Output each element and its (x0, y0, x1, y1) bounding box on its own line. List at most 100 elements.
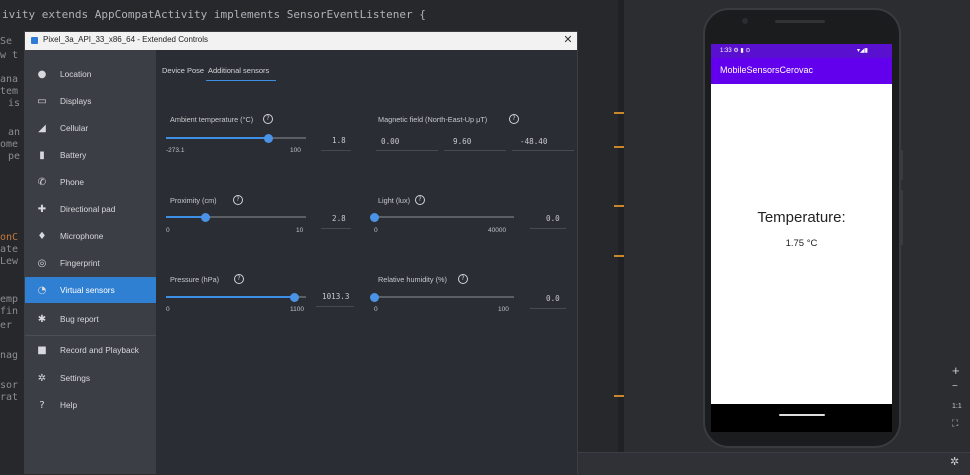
magnetic-z-value[interactable]: -48.40 (520, 137, 547, 146)
slider-track (374, 296, 514, 298)
sidebar-item-battery[interactable]: ▮ Battery (25, 142, 156, 168)
pressure-label: Pressure (hPa) (170, 275, 220, 284)
proximity-slider[interactable] (200, 213, 210, 222)
code-fragment: onC (0, 232, 19, 243)
help-icon[interactable]: ? (233, 195, 243, 205)
error-stripe-mark (614, 255, 624, 257)
cellular-signal-icon: ◢ (38, 122, 46, 134)
sidebar-item-phone[interactable]: ✆ Phone (25, 169, 156, 195)
sidebar-item-bug-report[interactable]: ✱ Bug report (25, 306, 156, 332)
extended-controls-dialog: Pixel_3a_API_33_x86_64 - Extended Contro… (24, 31, 578, 474)
record-icon: ■ (37, 344, 47, 356)
status-icons: ▾◢▮ (857, 48, 868, 54)
front-camera (742, 18, 748, 24)
help-icon[interactable]: ? (509, 114, 519, 124)
fit-screen-button[interactable]: ⛶ (952, 418, 958, 429)
virtual-sensors-icon: ◔ (37, 284, 47, 296)
slider-fill (166, 216, 206, 218)
slider-max: 100 (498, 306, 509, 313)
zoom-out-button[interactable]: − (952, 381, 958, 392)
tab-device-pose[interactable]: Device Pose (162, 66, 204, 75)
help-icon[interactable]: ? (234, 274, 244, 284)
tab-additional-sensors[interactable]: Additional sensors (208, 66, 269, 75)
light-slider[interactable] (369, 213, 379, 222)
title-bar[interactable]: Pixel_3a_API_33_x86_64 - Extended Contro… (25, 32, 577, 50)
code-line: ivity extends AppCompatActivity implemen… (2, 8, 426, 21)
relative-humidity-value[interactable]: 0.0 (546, 294, 560, 303)
actual-size-button[interactable]: 1:1 (952, 403, 962, 410)
sidebar-item-record-playback[interactable]: ■ Record and Playback (25, 337, 156, 363)
sidebar-item-cellular[interactable]: ◢ Cellular (25, 115, 156, 141)
sidebar-item-fingerprint[interactable]: ◎ Fingerprint (25, 250, 156, 276)
proximity-value[interactable]: 2.8 (332, 214, 346, 223)
magnetic-y-value[interactable]: 9.60 (453, 137, 471, 146)
error-stripe-mark (614, 395, 624, 397)
magnetic-x-value[interactable]: 0.00 (381, 137, 399, 146)
slider-max: 10 (296, 227, 304, 234)
sidebar-item-label: Directional pad (60, 204, 116, 214)
help-icon[interactable]: ? (263, 114, 273, 124)
sidebar-item-label: Virtual sensors (60, 285, 115, 295)
pressure-value[interactable]: 1013.3 (322, 292, 349, 301)
sidebar-item-label: Displays (60, 96, 92, 106)
navigation-bar (711, 404, 892, 432)
sidebar-item-label: Location (60, 69, 92, 79)
sidebar-item-displays[interactable]: ▭ Displays (25, 88, 156, 114)
slider-fill (166, 137, 269, 139)
slider-min: 0 (374, 227, 378, 234)
sidebar-item-help[interactable]: ? Help (25, 392, 156, 418)
code-fragment: Se (0, 36, 13, 47)
code-fragment: er (0, 320, 13, 331)
slider-max: 40000 (488, 227, 507, 234)
value-underline (512, 150, 574, 151)
zoom-in-button[interactable]: + (952, 363, 960, 378)
sidebar-item-label: Bug report (60, 314, 99, 324)
code-fragment: ana (0, 74, 19, 85)
dpad-icon: ✚ (37, 203, 47, 215)
microphone-icon: ♦ (37, 230, 47, 242)
slider-min: 0 (374, 306, 378, 313)
code-fragment: Lew (0, 256, 19, 267)
sensor-content: Device Pose Additional sensors Ambient t… (156, 50, 577, 474)
temperature-label: Temperature: (757, 209, 846, 226)
speaker-grille (775, 20, 825, 23)
sidebar-item-label: Help (60, 400, 78, 410)
help-icon[interactable]: ? (458, 274, 468, 284)
relative-humidity-slider[interactable] (369, 293, 379, 302)
relative-humidity-label: Relative humidity (%) (378, 275, 447, 284)
gear-icon: ✲ (37, 372, 47, 384)
editor-scrollbar[interactable] (618, 0, 624, 474)
sidebar-item-virtual-sensors[interactable]: ◔ Virtual sensors (25, 277, 156, 303)
code-fragment: w t (0, 50, 19, 61)
gear-icon[interactable]: ✲ (950, 455, 959, 468)
home-gesture-pill[interactable] (779, 414, 825, 416)
value-underline (530, 228, 566, 229)
value-underline (316, 306, 354, 307)
pressure-slider[interactable] (290, 293, 300, 302)
slider-max: 100 (290, 147, 301, 154)
sidebar-item-label: Cellular (60, 123, 89, 133)
sidebar-item-microphone[interactable]: ♦ Microphone (25, 223, 156, 249)
power-button[interactable] (900, 150, 903, 180)
sidebar-item-label: Fingerprint (60, 258, 100, 268)
slider-min: 0 (166, 227, 170, 234)
volume-button[interactable] (900, 190, 903, 245)
light-value[interactable]: 0.0 (546, 214, 560, 223)
ambient-temperature-slider[interactable] (263, 134, 273, 143)
location-pin-icon: ● (37, 68, 47, 80)
slider-track (374, 216, 514, 218)
proximity-label: Proximity (cm) (170, 196, 217, 205)
value-underline (321, 228, 351, 229)
error-stripe-mark (614, 112, 624, 114)
sidebar-item-settings[interactable]: ✲ Settings (25, 365, 156, 391)
error-stripe-mark (614, 146, 624, 148)
sidebar-item-directional-pad[interactable]: ✚ Directional pad (25, 196, 156, 222)
light-label: Light (lux) (378, 196, 411, 205)
close-button[interactable]: ✕ (561, 33, 575, 47)
active-tab-indicator (206, 80, 276, 81)
help-icon[interactable]: ? (415, 195, 425, 205)
sidebar-item-location[interactable]: ● Location (25, 61, 156, 87)
ambient-temperature-value[interactable]: 1.8 (332, 136, 346, 145)
value-underline (444, 150, 506, 151)
sidebar-item-label: Phone (60, 177, 84, 187)
